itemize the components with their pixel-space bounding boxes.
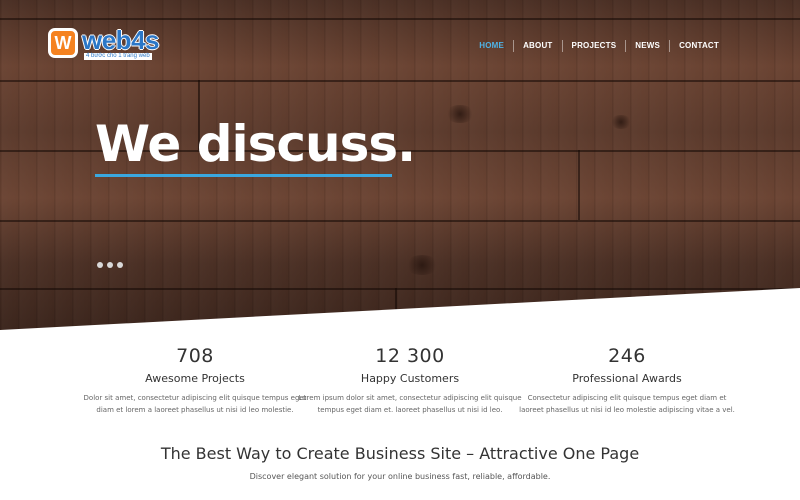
slider-dot[interactable] — [97, 262, 103, 268]
stat-professional-awards: 246 Professional Awards Consectetur adip… — [512, 345, 742, 416]
slider-dot[interactable] — [117, 262, 123, 268]
stat-label: Professional Awards — [572, 372, 682, 385]
wood-knot — [405, 255, 439, 275]
slider-dot[interactable] — [107, 262, 113, 268]
slider-dots — [97, 262, 123, 268]
nav-item-about[interactable]: ABOUT — [513, 40, 561, 52]
nav-item-news[interactable]: NEWS — [625, 40, 669, 52]
stat-label: Awesome Projects — [145, 372, 245, 385]
stat-description: Consectetur adipiscing elit quisque temp… — [519, 394, 735, 414]
logo-mark: W — [48, 28, 78, 58]
wood-plank-line — [0, 18, 800, 20]
nav-item-projects[interactable]: PROJECTS — [561, 40, 626, 52]
stat-happy-customers: 12 300 Happy Customers Lorem ipsum dolor… — [295, 345, 525, 416]
wood-plank-line — [0, 288, 800, 290]
nav-item-contact[interactable]: CONTACT — [669, 40, 728, 52]
wood-plank-seam — [395, 288, 397, 318]
hero-headline: We discuss. — [95, 115, 416, 173]
nav-item-home[interactable]: HOME — [470, 40, 513, 52]
stat-number: 246 — [608, 345, 646, 367]
wood-plank-seam — [578, 150, 580, 220]
wood-knot — [445, 105, 475, 123]
stat-awesome-projects: 708 Awesome Projects Dolor sit amet, con… — [80, 345, 310, 416]
section-title: The Best Way to Create Business Site – A… — [160, 444, 640, 463]
stat-label: Happy Customers — [360, 372, 460, 385]
logo[interactable]: W web4s 4 bước cho 1 trang web — [48, 26, 160, 60]
wood-knot — [610, 115, 632, 129]
hero-banner: W web4s 4 bước cho 1 trang web HOME ABOU… — [0, 0, 800, 330]
hero-headline-underline — [95, 174, 392, 177]
section-subtitle: Discover elegant solution for your onlin… — [249, 472, 551, 481]
wood-plank-line — [0, 220, 800, 222]
stat-description: Dolor sit amet, consectetur adipiscing e… — [83, 394, 307, 414]
stat-description: Lorem ipsum dolor sit amet, consectetur … — [298, 394, 522, 414]
logo-wordmark: web4s 4 bước cho 1 trang web — [82, 26, 160, 60]
wood-plank-line — [0, 80, 800, 82]
stat-number: 708 — [176, 345, 214, 367]
logo-name: web4s — [82, 25, 160, 55]
main-nav: HOME ABOUT PROJECTS NEWS CONTACT — [470, 40, 728, 52]
stat-number: 12 300 — [375, 345, 445, 367]
logo-tagline: 4 bước cho 1 trang web — [84, 53, 152, 60]
